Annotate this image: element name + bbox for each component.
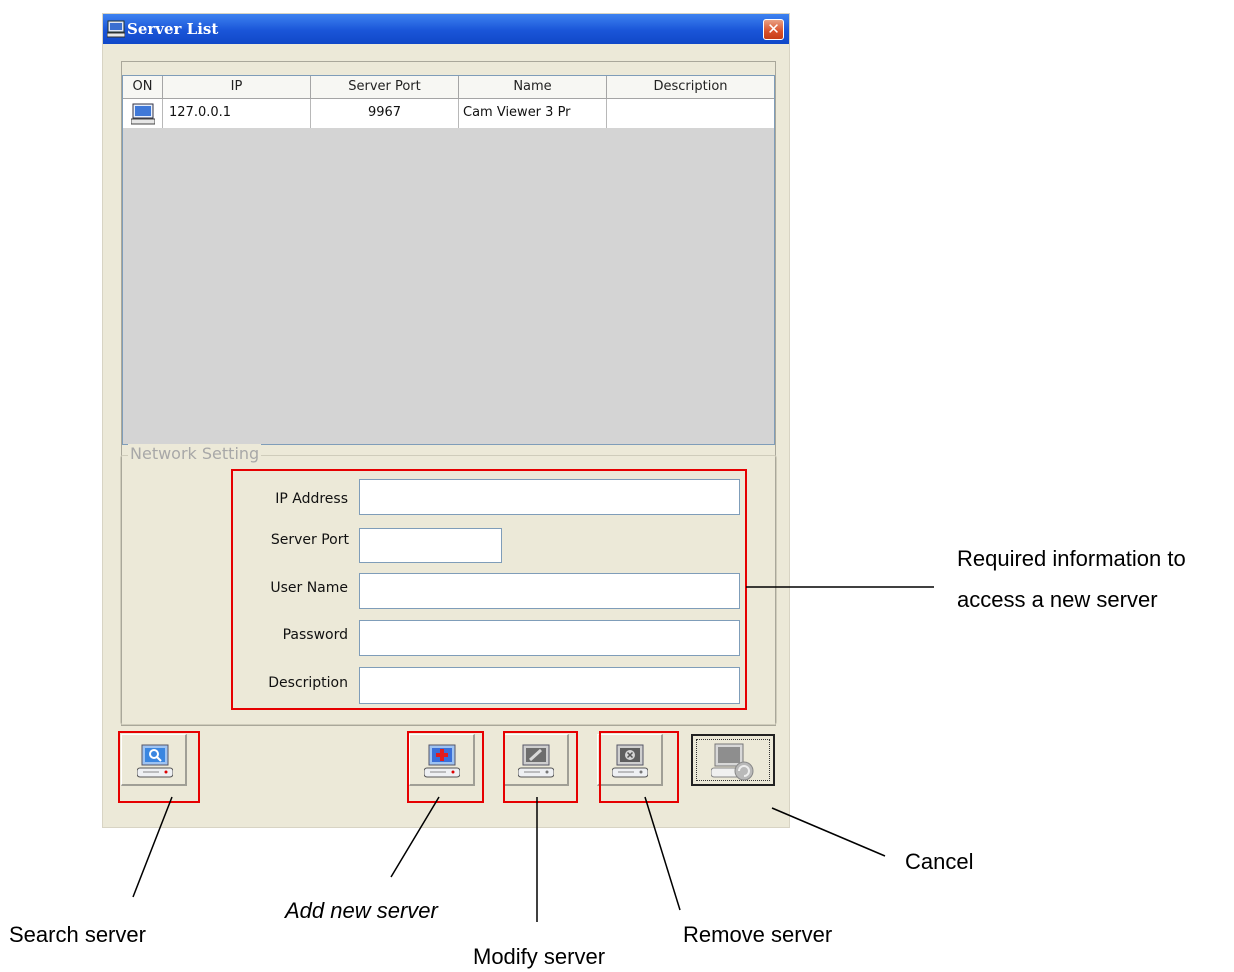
callout-lines xyxy=(132,586,934,922)
modify-caption: Modify server xyxy=(473,944,606,969)
remove-callout-line xyxy=(644,796,681,911)
add-caption: Add new server xyxy=(285,898,438,923)
search-callout-line xyxy=(132,796,173,898)
cancel-caption: Cancel xyxy=(905,849,974,874)
required-info-caption-line2: access a new server xyxy=(957,587,1158,612)
search-caption: Search server xyxy=(9,922,146,947)
cancel-callout-line xyxy=(771,807,886,857)
add-callout-line xyxy=(390,796,440,878)
required-info-caption-line1: Required information to xyxy=(957,546,1186,571)
remove-caption: Remove server xyxy=(683,922,833,947)
